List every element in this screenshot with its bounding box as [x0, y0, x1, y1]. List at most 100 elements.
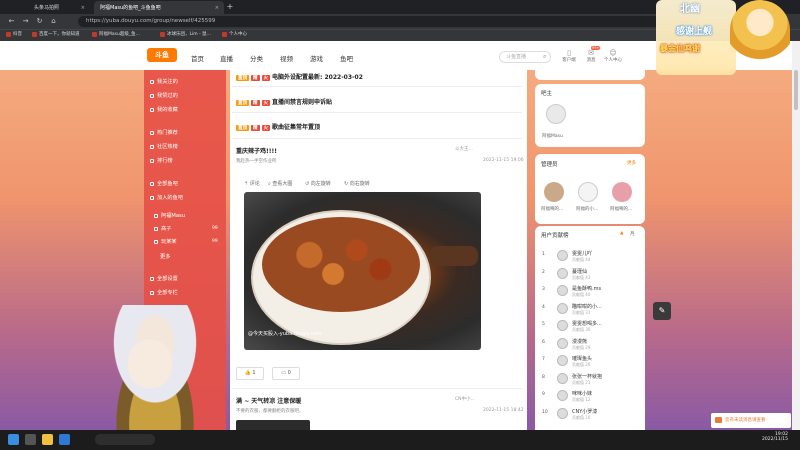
tab-label: 阿福Masu的鱼吧_斗鱼鱼吧 [100, 5, 161, 11]
sidebar-item-following[interactable]: 我关注的 [150, 78, 178, 85]
edit-icon[interactable]: ✎ [653, 302, 671, 320]
avatar[interactable] [557, 320, 568, 331]
sidebar-item-liked[interactable]: 我赞过的 [150, 92, 178, 99]
avatar[interactable] [557, 285, 568, 296]
bookmark-item[interactable]: 冰球乐团，Lim - 鼠... [160, 31, 211, 37]
profile-center-button[interactable]: ☺ 个人中心 [602, 49, 624, 63]
view-large-tool[interactable]: ⌕ 查看大图 [268, 180, 292, 187]
post-author[interactable]: 斗大王... [455, 146, 473, 152]
rank-user-name[interactable]: 张张一杯就抱 [572, 373, 602, 380]
post-author[interactable]: CN中小... [455, 396, 475, 402]
bookmark-item[interactable]: 抖音 [6, 31, 22, 37]
close-icon[interactable]: × [81, 5, 85, 11]
sidebar-item-joined[interactable]: 加入的鱼吧 [150, 194, 183, 201]
rank-user-name[interactable]: CNY小罗漆 [572, 408, 597, 415]
bookmark-item[interactable]: 百度一下，你就知道 [32, 31, 80, 37]
forward-icon[interactable]: → [20, 16, 31, 27]
sidebar-item-columns[interactable]: 全部专栏 [150, 289, 178, 296]
message-button[interactable]: ✉ 消息 [580, 49, 602, 63]
pinned-post[interactable]: 置顶精火歌曲征集常年置顶 [236, 122, 320, 131]
rank-tab-month[interactable]: 月 [630, 231, 635, 237]
avatar[interactable] [557, 337, 568, 349]
folder-icon[interactable] [42, 434, 53, 445]
back-icon[interactable]: ← [6, 16, 17, 27]
post-image-preview[interactable] [236, 420, 310, 430]
nav-game[interactable]: 游戏 [310, 53, 323, 63]
rank-user-name[interactable]: 璀璨鱼头 [572, 355, 592, 362]
avatar[interactable] [557, 302, 568, 314]
clock-date: 2022/11/15 [762, 437, 788, 442]
sidebar-item-settings[interactable]: 全部设置 [150, 275, 178, 282]
avatar[interactable] [557, 267, 568, 279]
sidebar-item-trending[interactable]: 社区热榜 [150, 143, 178, 150]
unread-notice[interactable]: 您有未读消息请查看 [711, 413, 791, 428]
sidebar-item-all-groups[interactable]: 全部鱼吧 [150, 180, 178, 187]
rank-user-name[interactable]: 是鱼酥鸭.ms [572, 285, 601, 292]
nav-yuba[interactable]: 鱼吧 [340, 53, 353, 63]
rank-user-name[interactable]: 雯雯想喝多... [572, 320, 602, 327]
bookmark-item[interactable]: 阿福Masu超级_鱼... [92, 31, 140, 37]
tab-yuba[interactable]: 阿福Masu的鱼吧_斗鱼鱼吧 × [94, 1, 224, 14]
tab-toutiao[interactable]: 头条马拍照 × [28, 1, 90, 14]
rank-user-name[interactable]: 蔓瑾仙 [572, 268, 587, 275]
bookmark-item[interactable]: 个人中心 [222, 31, 247, 37]
client-button[interactable]: ▯ 客户端 [558, 49, 580, 63]
trend-icon [150, 144, 154, 149]
divider [232, 86, 522, 87]
site-logo[interactable]: 斗鱼 [147, 48, 177, 62]
admin-name[interactable]: 阿福嘀的... [541, 206, 563, 212]
sidebar-item-label: 全部鱼吧 [157, 181, 178, 187]
url-input[interactable]: https://yuba.douyu.com/group/newself/425… [78, 16, 698, 27]
scrollbar-thumb[interactable] [794, 70, 798, 110]
admin-more-link[interactable]: 更多 [627, 160, 636, 166]
avatar[interactable] [557, 372, 568, 384]
nav-video[interactable]: 视频 [280, 53, 293, 63]
nav-home[interactable]: 首页 [191, 53, 204, 63]
nav-category[interactable]: 分类 [250, 53, 263, 63]
pinned-post[interactable]: 置顶精火直播间禁言规则申诉贴 [236, 97, 332, 106]
browser-icon[interactable] [59, 434, 70, 445]
avatar[interactable] [557, 390, 568, 401]
admin-name[interactable]: 阿福的小... [576, 206, 598, 212]
sidebar-item-ranking[interactable]: 排行榜 [150, 157, 173, 164]
avatar[interactable] [544, 182, 564, 202]
search-icon[interactable]: ⌕ [543, 53, 546, 61]
comment-button[interactable]: ▭ 0 [272, 367, 300, 380]
rank-user-name[interactable]: 瞄咁咁的小... [572, 303, 602, 310]
close-icon[interactable]: × [215, 5, 219, 11]
sidebar-item-other[interactable]: 玩某某 [154, 238, 177, 245]
sidebar-item-favorites[interactable]: 我的收藏 [150, 106, 178, 113]
avatar[interactable] [557, 355, 568, 366]
sidebar-item-hot[interactable]: 热门推荐 [150, 129, 178, 136]
avatar[interactable] [612, 182, 632, 202]
rank-user-name[interactable]: 咪咪小妹 [572, 390, 592, 397]
search-icon[interactable] [25, 434, 36, 445]
rank-user-name[interactable]: 漫漫熊 [572, 338, 587, 345]
avatar[interactable] [546, 104, 566, 124]
owner-name[interactable]: 阿福Masu [542, 133, 563, 139]
nav-live[interactable]: 直播 [220, 53, 233, 63]
avatar[interactable] [578, 182, 598, 202]
taskbar-search[interactable] [95, 434, 155, 445]
new-tab-button[interactable]: + [224, 1, 236, 13]
windows-start-icon[interactable] [8, 434, 19, 445]
star-icon [150, 107, 154, 112]
avatar[interactable] [557, 407, 568, 419]
sidebar-more[interactable]: 更多 [160, 253, 170, 260]
post-title[interactable]: 满 ~ 天气转凉 注意保暖 [236, 396, 301, 405]
like-button[interactable]: 👍 1 [236, 367, 264, 380]
post-title[interactable]: 重庆辣子鸡!!!! [236, 146, 277, 155]
rotate-left-tool[interactable]: ↺ 向左旋转 [305, 180, 331, 187]
home-icon[interactable]: ⌂ [48, 16, 59, 27]
rotate-right-tool[interactable]: ↻ 向右旋转 [344, 180, 370, 187]
ranking-icon [150, 158, 154, 163]
sidebar-item-afu[interactable]: 阿福Masu [154, 212, 185, 219]
comment-tool[interactable]: ⇡ 评论 [244, 180, 260, 187]
refresh-icon[interactable]: ↻ [34, 16, 45, 27]
admin-name[interactable]: 阿福嘀的... [610, 206, 632, 212]
profile-center-label: 个人中心 [604, 58, 622, 63]
pinned-post[interactable]: 置顶精火电脑外设配置最新: 2022-03-02 [236, 72, 363, 81]
avatar[interactable] [557, 250, 568, 261]
rank-user-name[interactable]: 雯雯儿吖 [572, 250, 592, 257]
sidebar-item-gaozi[interactable]: 高子 [154, 225, 171, 232]
